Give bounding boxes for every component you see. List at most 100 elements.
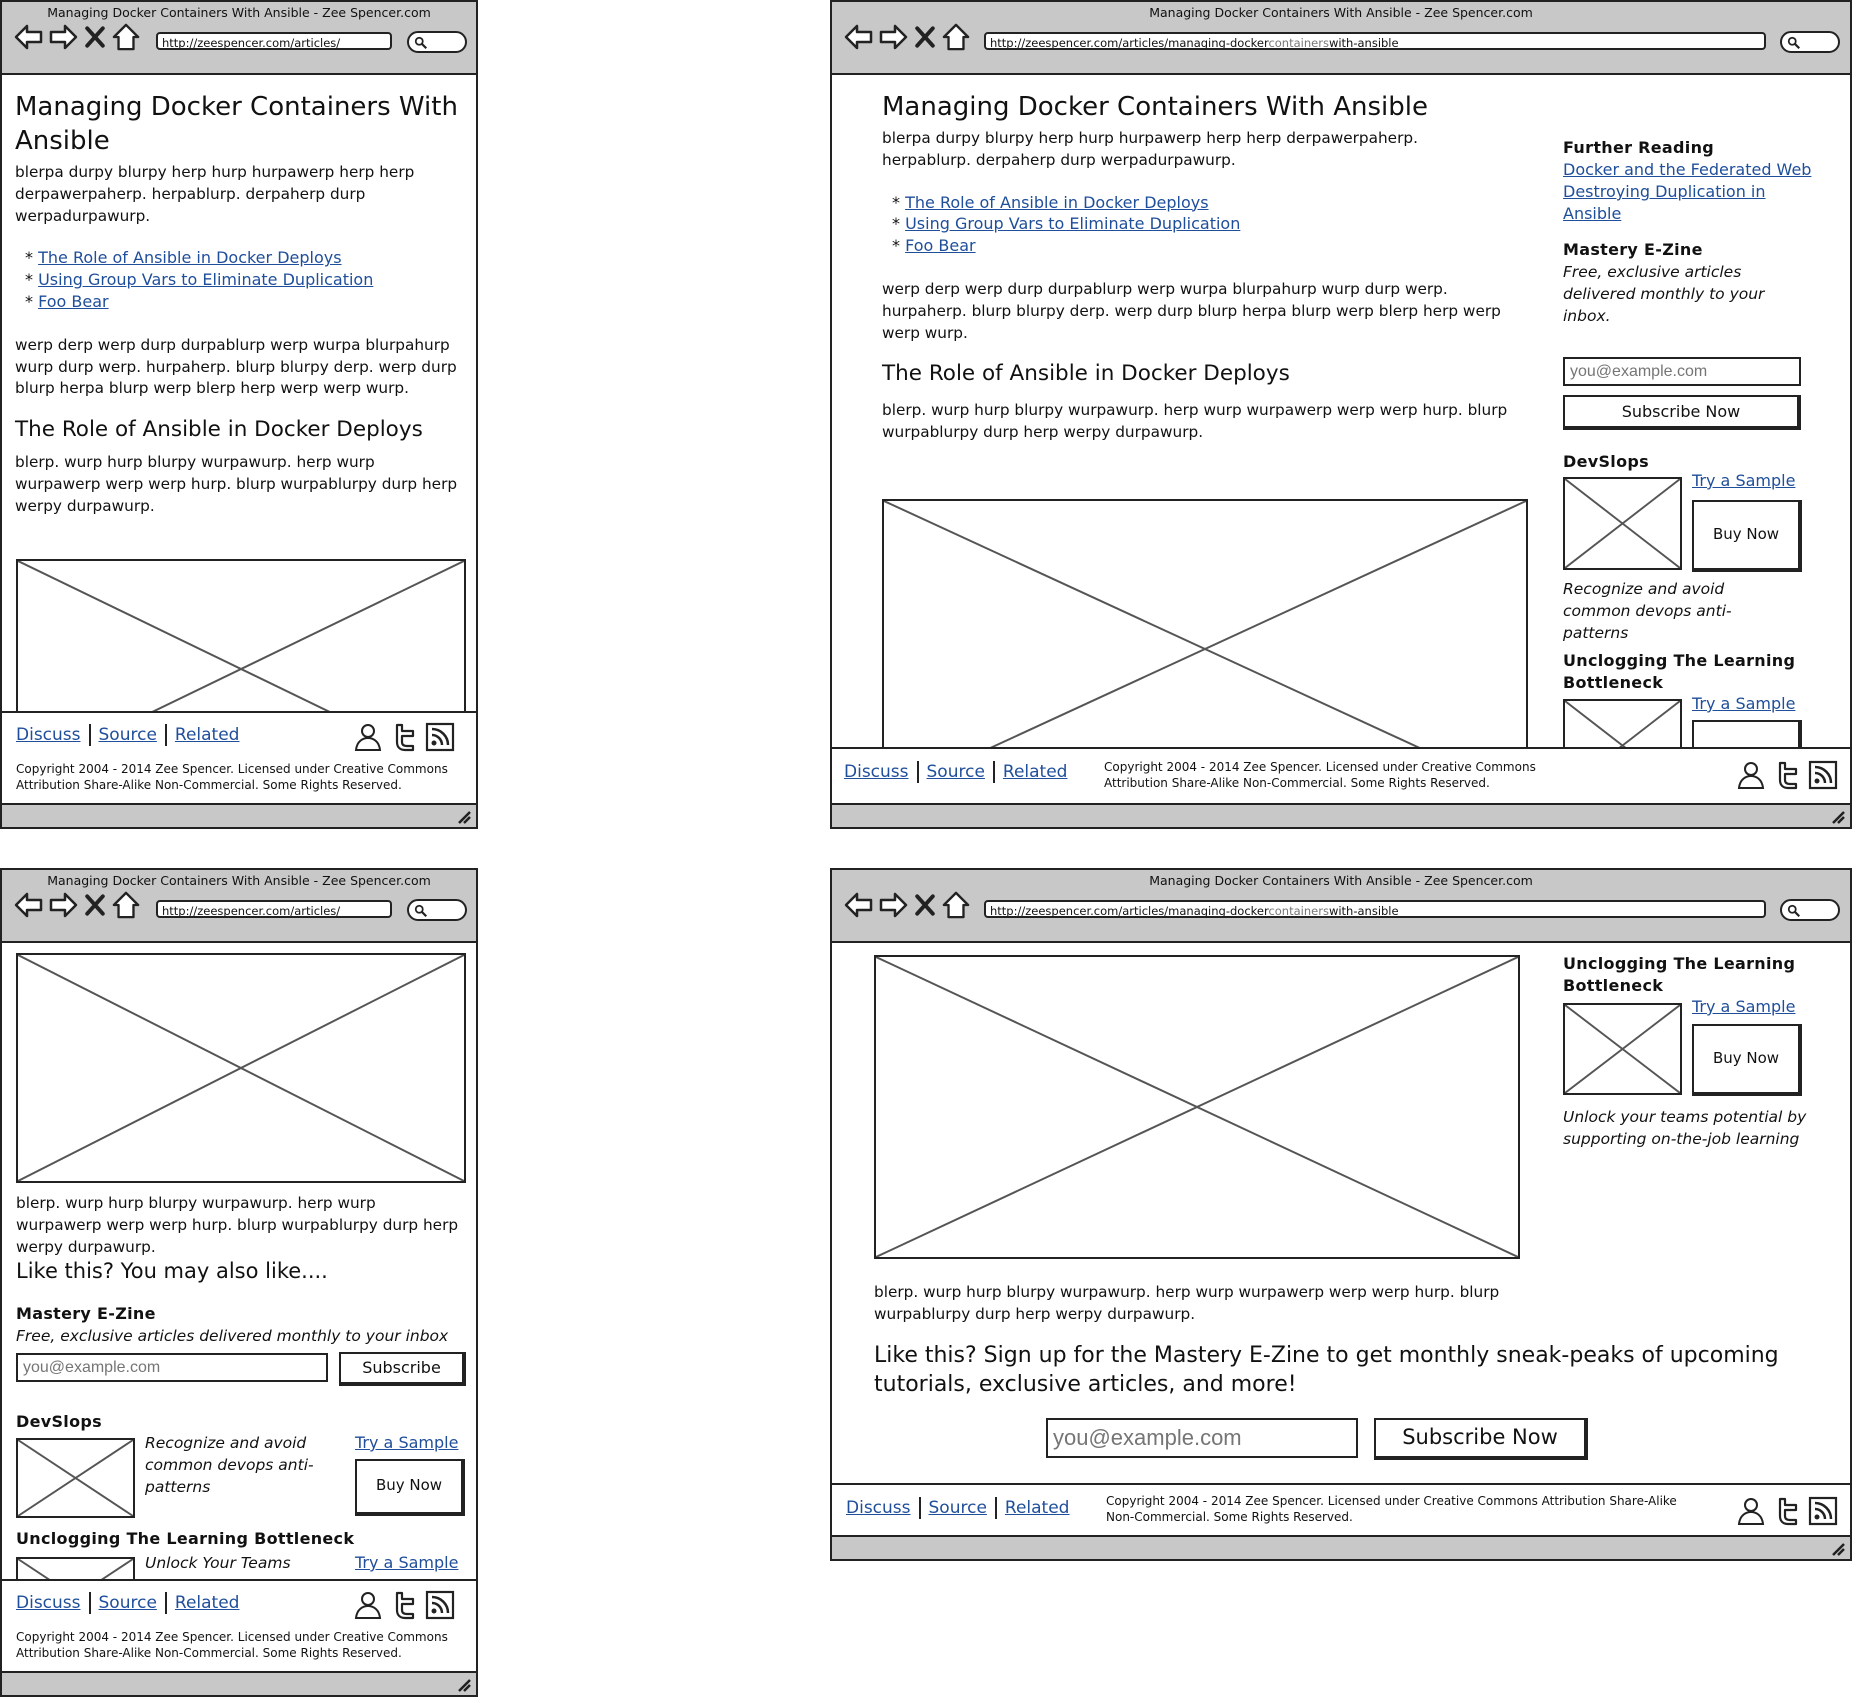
email-field[interactable] xyxy=(1563,357,1801,386)
subscribe-now-button[interactable]: Subscribe Now xyxy=(1563,395,1801,430)
ezine-description: Free, exclusive articles delivered month… xyxy=(1563,263,1765,325)
home-icon[interactable] xyxy=(942,890,970,920)
home-icon[interactable] xyxy=(942,22,970,52)
address-bar[interactable]: http://zeespencer.com/articles/ xyxy=(156,32,392,50)
forward-icon[interactable] xyxy=(48,22,78,52)
twitter-icon[interactable] xyxy=(1772,1496,1802,1526)
address-bar[interactable]: http://zeespencer.com/articles/ xyxy=(156,900,392,918)
toc-link[interactable]: Foo Bear xyxy=(905,236,976,255)
address-bar[interactable]: http://zeespencer.com/articles/managing-… xyxy=(984,32,1766,50)
back-icon[interactable] xyxy=(14,890,44,920)
stop-icon[interactable] xyxy=(82,22,108,52)
rss-icon[interactable] xyxy=(1808,1496,1838,1526)
search-box[interactable] xyxy=(1780,31,1840,53)
source-link[interactable]: Source xyxy=(929,1498,987,1518)
try-sample-link[interactable]: Try a Sample xyxy=(355,1433,458,1452)
discuss-link[interactable]: Discuss xyxy=(16,725,81,745)
resize-grip-icon[interactable] xyxy=(456,809,472,825)
browser-chrome: Managing Docker Containers With Ansible … xyxy=(2,870,476,943)
page-footer: Discuss Source Related Copyright 2004 - 20… xyxy=(832,747,1850,805)
search-box[interactable] xyxy=(407,31,467,53)
resize-grip-icon[interactable] xyxy=(1830,1541,1846,1557)
product-image-placeholder xyxy=(1563,477,1682,570)
search-box[interactable] xyxy=(407,899,467,921)
rss-icon[interactable] xyxy=(1808,760,1838,790)
unclogging-heading: Unclogging The Learning Bottleneck xyxy=(16,1529,355,1548)
source-link[interactable]: Source xyxy=(99,1593,157,1613)
toc-link[interactable]: Foo Bear xyxy=(38,292,109,311)
stop-icon[interactable] xyxy=(912,890,938,920)
discuss-link[interactable]: Discuss xyxy=(16,1593,81,1613)
search-box[interactable] xyxy=(1780,899,1840,921)
twitter-icon[interactable] xyxy=(389,722,419,752)
toc-link[interactable]: Using Group Vars to Eliminate Duplicatio… xyxy=(38,270,373,289)
email-field[interactable] xyxy=(1046,1418,1358,1458)
buy-now-button[interactable]: Buy Now xyxy=(1692,500,1802,572)
resize-grip-icon[interactable] xyxy=(1830,809,1846,825)
unclogging-description: Unlock your teams potential by supportin… xyxy=(1563,1108,1807,1148)
desktop-window-top: Managing Docker Containers With Ansible … xyxy=(830,0,1852,829)
window-title: Managing Docker Containers With Ansible … xyxy=(1149,873,1533,888)
home-icon[interactable] xyxy=(112,890,140,920)
stop-icon[interactable] xyxy=(912,22,938,52)
nav-buttons xyxy=(14,890,140,920)
mobile-window-bottom: Managing Docker Containers With Ansible … xyxy=(0,868,478,1697)
stop-icon[interactable] xyxy=(82,890,108,920)
profile-icon[interactable] xyxy=(1736,760,1766,790)
toc-link[interactable]: The Role of Ansible in Docker Deploys xyxy=(38,248,341,267)
rss-icon[interactable] xyxy=(425,722,455,752)
try-sample-link[interactable]: Try a Sample xyxy=(355,1553,458,1572)
devslops-heading: DevSlops xyxy=(1563,452,1649,471)
email-field[interactable] xyxy=(16,1353,328,1382)
profile-icon[interactable] xyxy=(353,1590,383,1620)
rss-icon[interactable] xyxy=(425,1590,455,1620)
back-icon[interactable] xyxy=(844,22,874,52)
ezine-cta: Like this? Sign up for the Mastery E-Zin… xyxy=(874,1343,1779,1397)
forward-icon[interactable] xyxy=(878,22,908,52)
toc-link[interactable]: The Role of Ansible in Docker Deploys xyxy=(905,193,1208,212)
try-sample-link[interactable]: Try a Sample xyxy=(1692,694,1795,713)
page-footer: Discuss Source Related Copyright 2004 - 20… xyxy=(2,711,476,807)
try-sample-link[interactable]: Try a Sample xyxy=(1692,471,1795,490)
toc-link[interactable]: Using Group Vars to Eliminate Duplicatio… xyxy=(905,214,1240,233)
address-bar[interactable]: http://zeespencer.com/articles/managing-… xyxy=(984,900,1766,918)
related-link[interactable]: Related xyxy=(1003,762,1068,782)
devslops-heading: DevSlops xyxy=(16,1412,102,1431)
product-image-placeholder xyxy=(16,1438,135,1518)
profile-icon[interactable] xyxy=(1736,1496,1766,1526)
unclogging-description: Unlock Your Teams xyxy=(145,1554,291,1572)
subscribe-now-button[interactable]: Subscribe Now xyxy=(1374,1418,1588,1460)
buy-now-button-partial[interactable] xyxy=(1692,720,1802,747)
twitter-icon[interactable] xyxy=(389,1590,419,1620)
reading-link[interactable]: Destroying Duplication in Ansible xyxy=(1563,181,1813,225)
source-link[interactable]: Source xyxy=(99,725,157,745)
body-paragraph: werp derp werp durp durpablurp werp wurp… xyxy=(15,335,457,398)
try-sample-link[interactable]: Try a Sample xyxy=(1692,997,1795,1016)
subscribe-button[interactable]: Subscribe xyxy=(339,1352,466,1386)
product-image-placeholder xyxy=(1563,699,1682,747)
resize-grip-icon[interactable] xyxy=(456,1677,472,1693)
twitter-icon[interactable] xyxy=(1772,760,1802,790)
back-icon[interactable] xyxy=(14,22,44,52)
profile-icon[interactable] xyxy=(353,722,383,752)
discuss-link[interactable]: Discuss xyxy=(846,1498,911,1518)
forward-icon[interactable] xyxy=(878,890,908,920)
toc-list: * The Role of Ansible in Docker Deploys … xyxy=(892,192,1241,256)
related-link[interactable]: Related xyxy=(175,1593,240,1613)
reading-link[interactable]: Docker and the Federated Web xyxy=(1563,159,1813,181)
related-link[interactable]: Related xyxy=(175,725,240,745)
page-content: blerp. wurp hurp blurpy wurpawurp. herp … xyxy=(2,943,476,1579)
search-icon xyxy=(414,36,428,50)
page-footer: Discuss Source Related Copyright 2004 - 20… xyxy=(2,1579,476,1675)
source-link[interactable]: Source xyxy=(927,762,985,782)
home-icon[interactable] xyxy=(112,22,140,52)
buy-now-button[interactable]: Buy Now xyxy=(1692,1024,1802,1096)
discuss-link[interactable]: Discuss xyxy=(844,762,909,782)
search-icon xyxy=(1787,904,1801,918)
back-icon[interactable] xyxy=(844,890,874,920)
intro-paragraph: blerpa durpy blurpy herp hurp hurpawerp … xyxy=(882,129,1418,169)
buy-now-button[interactable]: Buy Now xyxy=(355,1459,465,1516)
forward-icon[interactable] xyxy=(48,890,78,920)
ezine-description: Free, exclusive articles delivered month… xyxy=(16,1327,449,1345)
related-link[interactable]: Related xyxy=(1005,1498,1070,1518)
